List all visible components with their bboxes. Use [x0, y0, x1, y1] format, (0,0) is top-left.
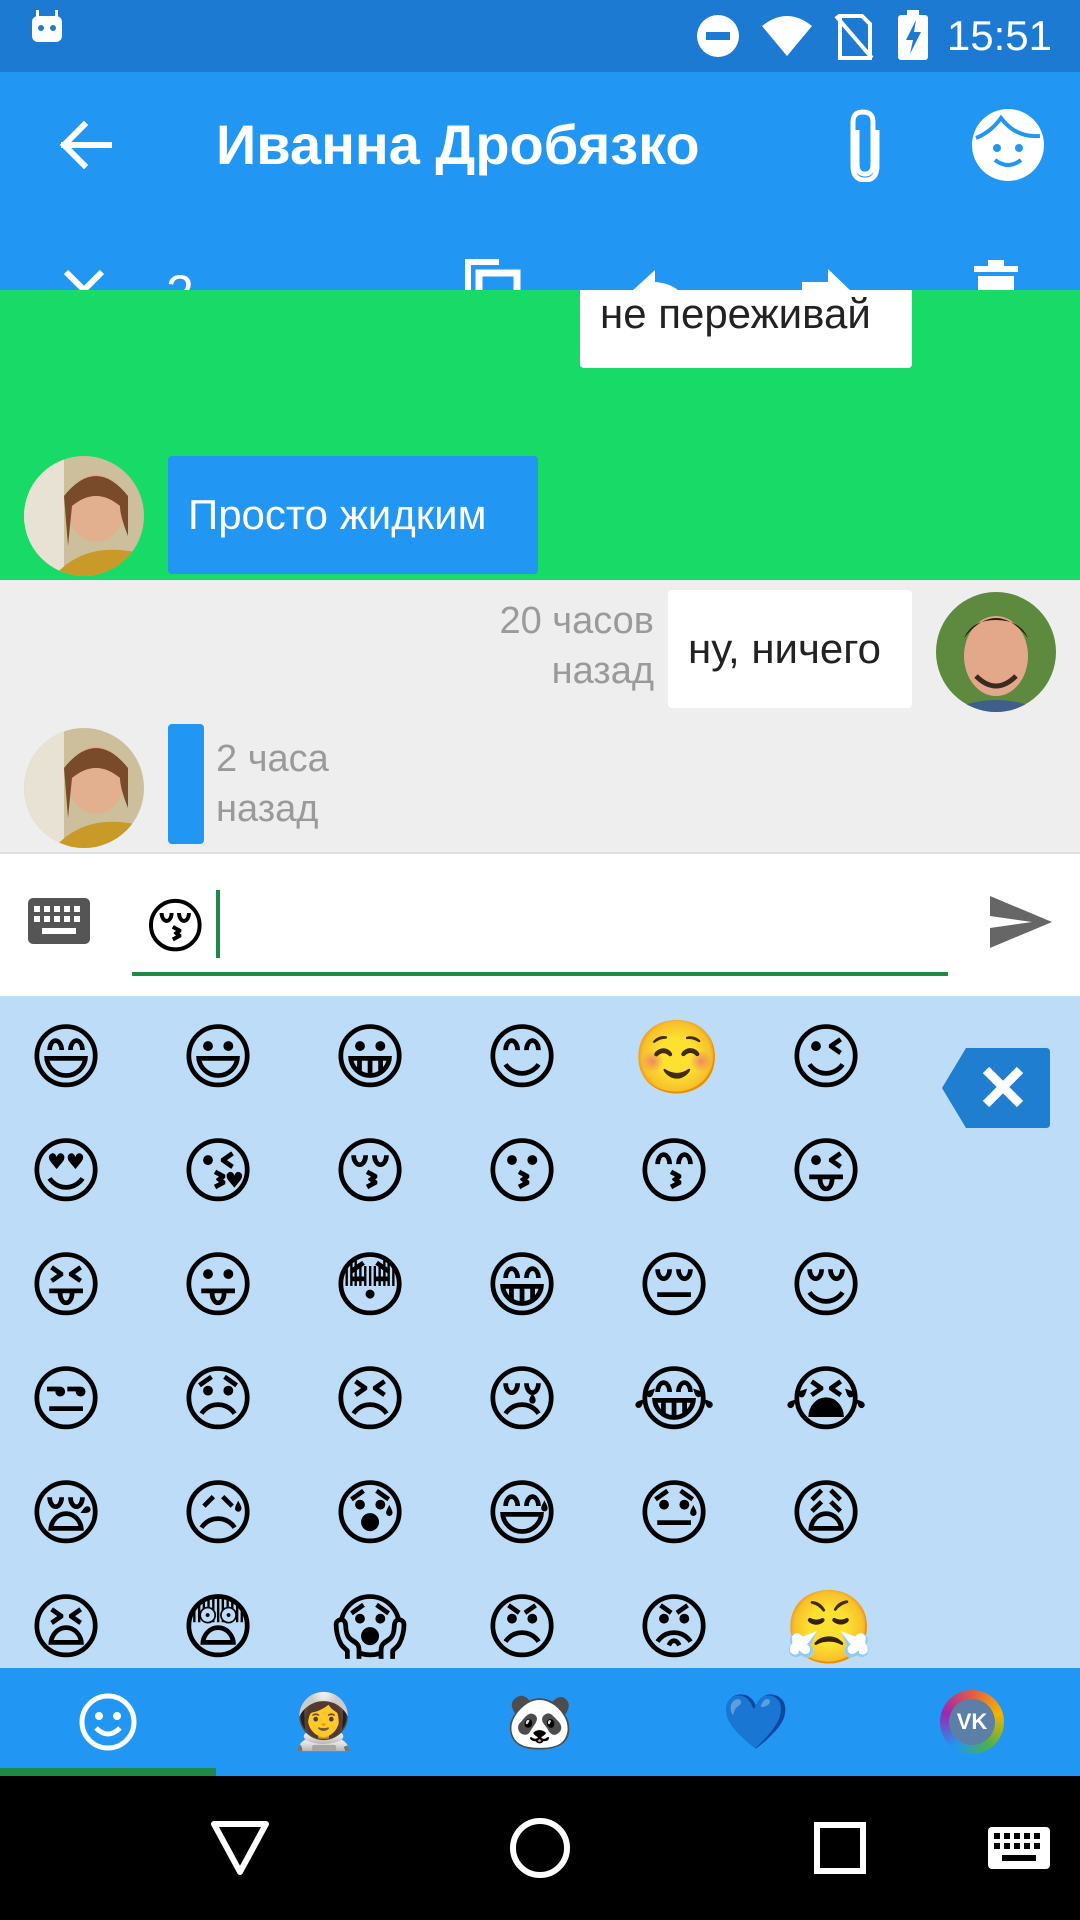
backspace-icon[interactable]: [940, 1046, 1052, 1135]
profile-icon[interactable]: [970, 102, 1046, 188]
wifi-icon: [760, 14, 814, 63]
heart-tab-icon[interactable]: 💙: [648, 1668, 864, 1776]
astronaut-tab-icon[interactable]: 👩‍🚀: [216, 1668, 432, 1776]
clock: 15:51: [946, 12, 1052, 59]
emoji-key[interactable]: 😡: [632, 1586, 716, 1668]
attach-icon[interactable]: [836, 102, 894, 188]
status-bar: 15:51: [0, 0, 1080, 72]
message-timestamp: 2 часа назад: [216, 738, 329, 830]
emoji-key[interactable]: 😝: [24, 1244, 108, 1328]
back-nav-button[interactable]: [200, 1776, 280, 1920]
emoji-key[interactable]: 😉: [784, 1016, 868, 1100]
emoji-key[interactable]: 😌: [784, 1244, 868, 1328]
emoji-key[interactable]: 😜: [784, 1130, 868, 1214]
emoji-tab-bar: 👩‍🚀 🐼 💙 VK: [0, 1668, 1080, 1776]
emoji-key[interactable]: 😛: [176, 1244, 260, 1328]
smiley-tab-icon[interactable]: [0, 1668, 216, 1776]
app-bar: Иванна Дробязко 2: [0, 72, 1080, 325]
keyboard-icon[interactable]: [28, 898, 90, 949]
selected-messages: не переживай Просто жидким: [0, 290, 1080, 580]
emoji-key[interactable]: 😓: [632, 1472, 716, 1556]
message-bubble-incoming[interactable]: [168, 724, 204, 844]
emoji-panel: 😄 😃 😀 😊 ☺️ 😉 😍 😘 😚 😗 😙 😜 😝 😛 😳 😁 😔 😌 😒 😞 😣 😢 😂 😭 😪 😥 😰 😅 😓 😩 😫 😨 😱 😠 😡 😤: [0, 996, 1080, 1668]
emoji-key[interactable]: 😞: [176, 1358, 260, 1442]
active-tab-indicator: [0, 1768, 216, 1776]
no-sim-icon: [834, 14, 874, 65]
keyboard-switch-icon[interactable]: [984, 1776, 1054, 1920]
emoji-key[interactable]: 😢: [480, 1358, 564, 1442]
contact-avatar[interactable]: [24, 728, 144, 848]
emoji-key[interactable]: 😚: [328, 1130, 412, 1214]
back-icon[interactable]: [50, 102, 120, 188]
emoji-key[interactable]: 😘: [176, 1130, 260, 1214]
emoji-key[interactable]: 😒: [24, 1358, 108, 1442]
emoji-key[interactable]: 😰: [328, 1472, 412, 1556]
recents-nav-button[interactable]: [800, 1776, 880, 1920]
emoji-key[interactable]: 😄: [24, 1016, 108, 1100]
text-caret: [216, 890, 220, 958]
emoji-key[interactable]: 😥: [176, 1472, 260, 1556]
emoji-key[interactable]: 😩: [784, 1472, 868, 1556]
emoji-key[interactable]: 😣: [328, 1358, 412, 1442]
emoji-key[interactable]: 😳: [328, 1244, 412, 1328]
home-nav-button[interactable]: [500, 1776, 580, 1920]
emoji-key[interactable]: 😍: [24, 1130, 108, 1214]
emoji-key[interactable]: 😔: [632, 1244, 716, 1328]
contact-avatar[interactable]: [24, 456, 144, 576]
page-title: Иванна Дробязко: [216, 113, 700, 176]
message-text: ну, ничего: [688, 625, 881, 672]
panda-tab-icon[interactable]: 🐼: [432, 1668, 648, 1776]
input-value: 😚: [144, 893, 207, 960]
emoji-key[interactable]: 😅: [480, 1472, 564, 1556]
emoji-key[interactable]: 😪: [24, 1472, 108, 1556]
emoji-key[interactable]: 😭: [784, 1358, 868, 1442]
vk-tab-icon[interactable]: VK: [864, 1668, 1080, 1776]
emoji-key[interactable]: 😃: [176, 1016, 260, 1100]
emoji-key[interactable]: 😱: [328, 1586, 412, 1668]
emoji-key[interactable]: 😙: [632, 1130, 716, 1214]
emoji-key[interactable]: 😫: [24, 1586, 108, 1668]
message-input[interactable]: 😚: [132, 884, 948, 976]
message-text: Просто жидким: [188, 491, 487, 538]
emoji-key[interactable]: 😀: [328, 1016, 412, 1100]
emoji-key[interactable]: 😤: [784, 1586, 874, 1668]
navigation-bar: [0, 1776, 1080, 1920]
android-icon: [30, 10, 64, 49]
emoji-key[interactable]: 😠: [480, 1586, 564, 1668]
emoji-key[interactable]: 😊: [480, 1016, 564, 1100]
emoji-key[interactable]: 😗: [480, 1130, 564, 1214]
message-timestamp: 20 часов назад: [499, 600, 654, 692]
emoji-key[interactable]: 😂: [632, 1358, 716, 1442]
send-icon[interactable]: [988, 894, 1054, 955]
input-underline: [132, 972, 948, 976]
emoji-key[interactable]: ☺️: [632, 1016, 722, 1100]
emoji-key[interactable]: 😨: [176, 1586, 260, 1668]
message-bubble-outgoing[interactable]: не переживай: [580, 290, 912, 368]
message-text: не переживай: [600, 290, 871, 337]
message-bubble-outgoing[interactable]: ну, ничего: [668, 590, 912, 708]
emoji-key[interactable]: 😁: [480, 1244, 564, 1328]
message-list[interactable]: не переживай Просто жидким 20 часов наза…: [0, 290, 1080, 852]
do-not-disturb-icon: [696, 14, 740, 63]
my-avatar[interactable]: [936, 592, 1056, 712]
message-input-bar: 😚: [0, 852, 1080, 996]
battery-charging-icon: [898, 10, 928, 65]
message-bubble-incoming[interactable]: Просто жидким: [168, 456, 538, 574]
